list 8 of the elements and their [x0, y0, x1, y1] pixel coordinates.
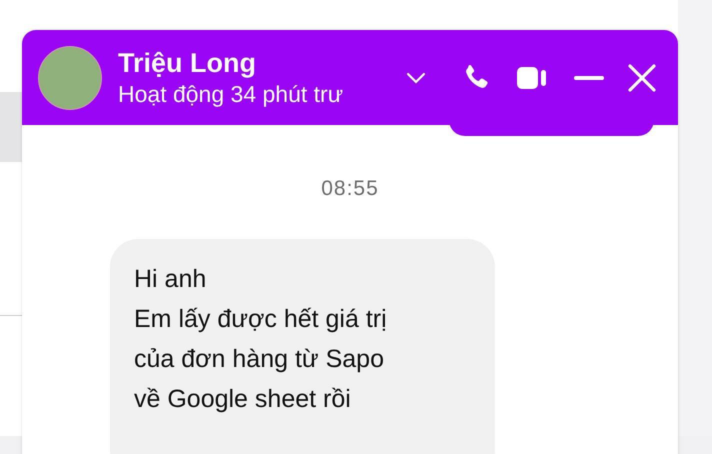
activity-status: Hoạt động 34 phút trư — [118, 80, 344, 108]
chevron-down-icon[interactable] — [406, 72, 426, 84]
message-timestamp: 08:55 — [321, 177, 379, 201]
message-bubble: Hi anh Em lấy được hết giá trị của đơn hàng từ Sapo về Google sheet rồi — [110, 239, 495, 454]
minimize-icon[interactable] — [574, 76, 604, 80]
contact-name[interactable]: Triệu Long — [118, 46, 398, 78]
video-camera-icon[interactable] — [516, 64, 548, 90]
close-icon[interactable] — [628, 64, 656, 92]
